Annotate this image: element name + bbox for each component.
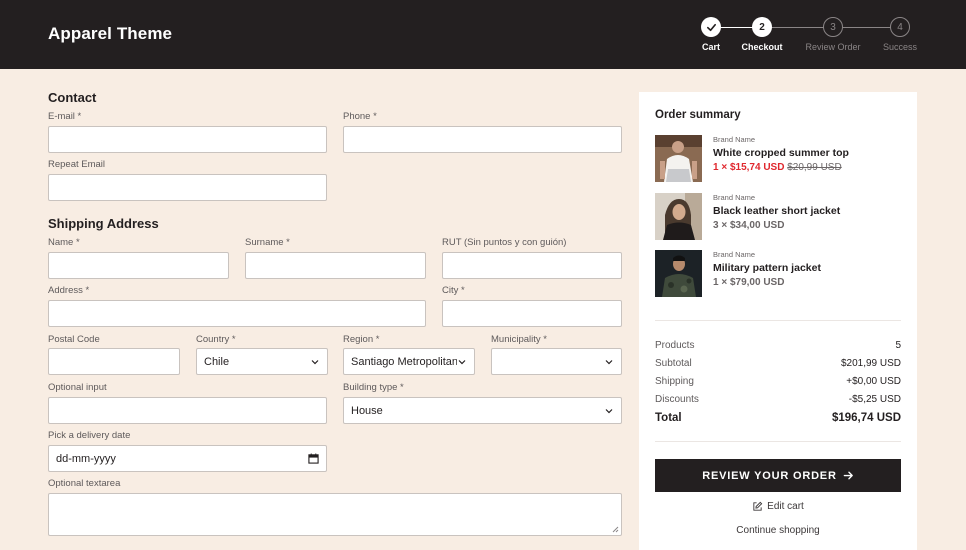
chevron-down-icon [311,359,319,364]
rut-label: RUT (Sin puntos y con guión) [442,237,567,248]
optional-input-field[interactable] [48,397,327,424]
country-value: Chile [204,355,230,368]
address-label: Address * [48,285,90,296]
postal-code-field[interactable] [48,348,180,375]
review-order-label: REVIEW YOUR ORDER [702,469,837,482]
country-label: Country * [196,334,236,345]
region-select[interactable]: Santiago Metropolitana [343,348,475,375]
repeat-email-label: Repeat Email [48,159,106,170]
item-brand: Brand Name [713,135,756,144]
original-price: $20,99 USD [787,162,842,173]
resize-handle-icon[interactable] [612,526,619,533]
country-select[interactable]: Chile [196,348,328,375]
surname-label: Surname * [245,237,290,248]
divider [655,441,901,442]
step-number: 4 [890,17,910,37]
summary-item: Brand Name Black leather short jacket 3 … [655,193,905,241]
delivery-date-input[interactable]: dd-mm-yyyy [48,445,327,472]
phone-label: Phone * [343,111,377,122]
chevron-down-icon [605,359,613,364]
email-label: E-mail * [48,111,82,122]
subtotal-row: Subtotal $201,99 USD [655,358,901,369]
checkout-stepper: Cart 2 Checkout 3 Review Order 4 Success [0,0,966,69]
order-summary-title: Order summary [655,109,741,121]
repeat-email-field[interactable] [48,174,327,201]
optional-textarea-label: Optional textarea [48,478,121,489]
step-number: 3 [823,17,843,37]
item-name[interactable]: Military pattern jacket [713,262,821,274]
item-name[interactable]: Black leather short jacket [713,205,840,217]
city-field[interactable] [442,300,622,327]
region-value: Santiago Metropolitana [351,355,457,368]
postal-code-label: Postal Code [48,334,100,345]
step-label: Success [882,42,917,52]
region-label: Region * [343,334,380,345]
email-field[interactable] [48,126,327,153]
item-brand: Brand Name [713,250,756,259]
rut-field[interactable] [442,252,622,279]
product-thumbnail[interactable] [655,135,702,182]
municipality-select[interactable] [491,348,622,375]
discounts-value: -$5,25 USD [848,394,901,405]
shipping-title: Shipping Address [48,216,159,231]
date-placeholder: dd-mm-yyyy [56,452,116,465]
chevron-down-icon [458,359,466,364]
step-number: 2 [752,17,772,37]
address-field[interactable] [48,300,426,327]
building-type-select[interactable]: House [343,397,622,424]
item-price: 1 × $15,74 USD $20,99 USD [713,162,842,173]
shipping-value: +$0,00 USD [846,376,901,387]
product-thumbnail[interactable] [655,250,702,297]
discounts-label: Discounts [655,394,699,405]
edit-cart-label: Edit cart [767,501,804,512]
contact-title: Contact [48,90,97,105]
edit-icon [753,501,763,511]
name-label: Name * [48,237,80,248]
calendar-icon[interactable] [308,453,319,464]
products-label: Products [655,340,695,351]
item-name[interactable]: White cropped summer top [713,147,849,159]
summary-item: Brand Name White cropped summer top 1 × … [655,135,905,183]
phone-field[interactable] [343,126,622,153]
item-price: 3 × $34,00 USD [713,220,785,231]
step-success[interactable]: 4 Success [855,17,945,52]
municipality-label: Municipality * [491,334,547,345]
total-label: Total [655,412,682,424]
products-row: Products 5 [655,340,901,351]
shipping-row: Shipping +$0,00 USD [655,376,901,387]
surname-field[interactable] [245,252,426,279]
edit-cart-link[interactable]: Edit cart [655,501,901,512]
shipping-label: Shipping [655,376,694,387]
products-value: 5 [895,340,901,351]
chevron-down-icon [605,408,613,413]
optional-textarea[interactable] [48,493,622,536]
delivery-date-label: Pick a delivery date [48,430,131,441]
optional-input-label: Optional input [48,382,107,393]
total-value: $196,74 USD [831,412,901,424]
divider [655,320,901,321]
review-order-button[interactable]: REVIEW YOUR ORDER [655,459,901,492]
summary-item: Brand Name Military pattern jacket 1 × $… [655,250,905,298]
item-price: 1 × $79,00 USD [713,277,785,288]
arrow-right-icon [843,471,853,480]
building-type-value: House [351,404,383,417]
order-summary-panel: Order summary Brand Name White cropped s… [639,92,917,550]
item-brand: Brand Name [713,193,756,202]
continue-shopping-link[interactable]: Continue shopping [655,525,901,536]
discounts-row: Discounts -$5,25 USD [655,394,901,405]
sale-price: 1 × $15,74 USD [713,162,785,173]
subtotal-value: $201,99 USD [840,358,901,369]
name-field[interactable] [48,252,229,279]
total-row: Total $196,74 USD [655,412,901,424]
subtotal-label: Subtotal [655,358,692,369]
building-type-label: Building type * [343,382,404,393]
product-thumbnail[interactable] [655,193,702,240]
city-label: City * [442,285,465,296]
